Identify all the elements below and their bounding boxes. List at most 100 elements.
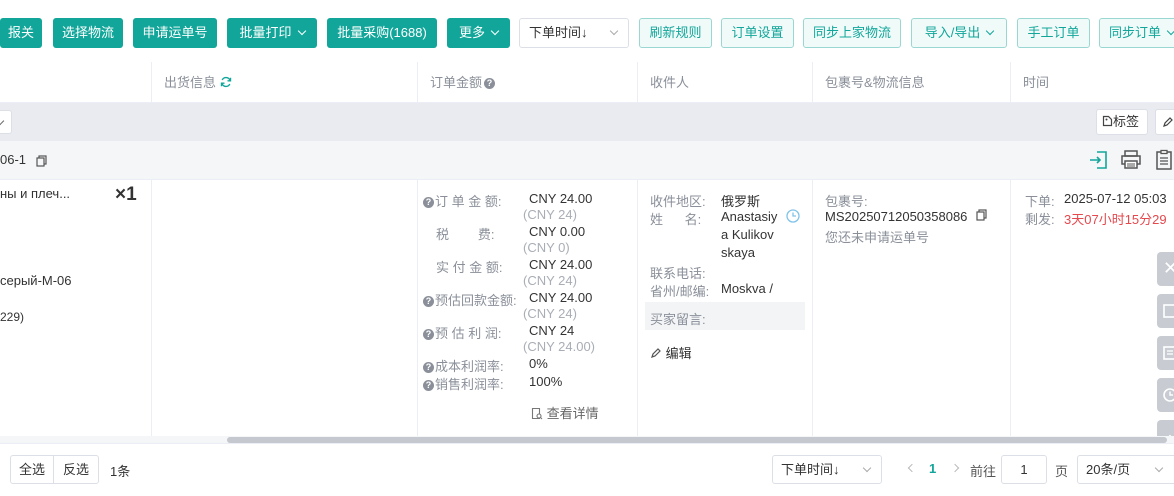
time-icon xyxy=(1163,388,1174,402)
sort-select[interactable]: 下单时间↓ xyxy=(519,18,629,48)
column-header-shipping: 出货信息 xyxy=(164,62,232,103)
product-sku: серый-М-06 xyxy=(0,273,72,288)
chevron-down-icon xyxy=(986,26,995,36)
phone-label: 联系电话: xyxy=(650,266,706,281)
order-total-sub: (CNY 24) xyxy=(523,207,577,222)
table-footer: 全选 反选 1条 下单时间↓ 1 前往 1 页 20条/页 xyxy=(0,443,1174,496)
help-icon[interactable]: ? xyxy=(423,362,434,373)
document-search-icon xyxy=(531,407,543,420)
page-unit: 页 xyxy=(1055,464,1069,479)
paid-label: 实 付 金 额: xyxy=(436,260,503,275)
import-export-button[interactable]: 导入/导出 xyxy=(911,18,1007,48)
order-header-row: 06-1 xyxy=(0,141,1174,180)
table-header: 出货信息 订单金额? 收件人 包裹号&物流信息 时间 xyxy=(0,62,1174,103)
chevron-down-icon xyxy=(0,116,5,126)
next-page-icon[interactable] xyxy=(950,463,960,473)
apply-tracking-button[interactable]: 申请运单号 xyxy=(133,18,217,48)
column-header-time: 时间 xyxy=(1023,75,1050,90)
order-settings-button[interactable]: 订单设置 xyxy=(721,18,794,48)
current-page[interactable]: 1 xyxy=(929,461,936,476)
product-sku-extra: 229) xyxy=(0,310,25,324)
side-tool-button-1[interactable] xyxy=(1157,294,1174,328)
pencil-icon xyxy=(1163,117,1173,127)
chevron-down-icon xyxy=(609,26,619,36)
page-size-select[interactable]: 20条/页 xyxy=(1077,455,1174,484)
region-label: 收件地区: xyxy=(650,194,706,209)
copy-icon[interactable] xyxy=(976,209,987,221)
package-number: MS20250712050358086 xyxy=(825,209,968,224)
more-button[interactable]: 更多 xyxy=(447,18,510,48)
province-label: 省州/邮编: xyxy=(650,284,710,299)
help-icon[interactable]: ? xyxy=(484,78,496,89)
est-profit-sub: (CNY 24.00) xyxy=(523,339,596,354)
paid-sub: (CNY 24) xyxy=(523,273,577,288)
est-return-value: CNY 24.00 xyxy=(529,290,593,305)
ship-out-icon[interactable] xyxy=(1088,149,1110,171)
customs-declare-button[interactable]: 报关 xyxy=(0,18,42,48)
tax-value: CNY 0.00 xyxy=(529,224,586,239)
sync-logistics-button[interactable]: 同步上家物流 xyxy=(803,18,901,48)
remain-time-label: 剩发: xyxy=(1025,212,1055,227)
print-icon[interactable] xyxy=(1120,149,1142,171)
invert-selection-button[interactable]: 反选 xyxy=(53,455,99,484)
footer-sort-select[interactable]: 下单时间↓ xyxy=(772,455,882,484)
goto-page-input[interactable]: 1 xyxy=(1001,455,1047,484)
refresh-icon[interactable] xyxy=(220,76,232,88)
group-row: 标签 xyxy=(0,103,1174,141)
order-time-label: 下单: xyxy=(1025,194,1055,209)
help-icon[interactable]: ? xyxy=(423,380,434,391)
chevron-down-icon xyxy=(1166,26,1174,36)
order-id: 06-1 xyxy=(0,152,27,167)
name-label: 姓 名: xyxy=(650,212,702,227)
side-close-button[interactable]: ✕ xyxy=(1157,252,1174,286)
tag-button[interactable]: 标签 xyxy=(1096,109,1148,135)
order-total-value: CNY 24.00 xyxy=(529,191,593,206)
chevron-down-icon xyxy=(297,26,306,36)
tax-sub: (CNY 0) xyxy=(523,240,570,255)
tag-icon xyxy=(1102,115,1113,127)
group-select[interactable] xyxy=(0,110,12,134)
copy-icon[interactable] xyxy=(36,155,47,167)
side-tool-button-2[interactable] xyxy=(1157,336,1174,370)
chevron-down-icon xyxy=(1154,463,1164,473)
refresh-rules-button[interactable]: 刷新规则 xyxy=(639,18,712,48)
name-line-2: a Kulikov xyxy=(721,227,774,242)
name-line-1: Anastasiy xyxy=(721,209,778,224)
chevron-down-icon xyxy=(862,463,872,473)
cost-margin-value: 0% xyxy=(529,356,548,371)
chevron-down-icon xyxy=(490,26,500,36)
product-name[interactable]: ны и плеч... xyxy=(0,186,70,201)
manual-order-button[interactable]: 手工订单 xyxy=(1017,18,1090,48)
est-return-sub: (CNY 24) xyxy=(523,306,577,321)
prev-page-icon[interactable] xyxy=(907,463,917,473)
select-all-button[interactable]: 全选 xyxy=(10,455,54,484)
document-icon xyxy=(1163,304,1174,318)
clipboard-icon[interactable] xyxy=(1153,149,1174,171)
view-details-link[interactable]: 查看详情 xyxy=(531,403,599,422)
clock-icon[interactable] xyxy=(786,209,800,223)
select-logistics-button[interactable]: 选择物流 xyxy=(53,18,123,48)
order-management-view: 报关 选择物流 申请运单号 批量打印 批量采购(1688) 更多 下单时间↓ 刷… xyxy=(0,0,1174,496)
help-icon[interactable]: ? xyxy=(423,296,434,307)
column-header-package: 包裹号&物流信息 xyxy=(825,75,925,90)
help-icon[interactable]: ? xyxy=(423,197,434,208)
edit-recipient-link[interactable]: 编辑 xyxy=(650,343,692,362)
batch-purchase-button[interactable]: 批量采购(1688) xyxy=(327,18,437,48)
buyer-note-box: 买家留言: xyxy=(645,302,805,330)
buyer-note-label: 买家留言: xyxy=(650,312,706,327)
list-icon xyxy=(1163,346,1174,360)
sync-orders-button[interactable]: 同步订单 xyxy=(1099,18,1174,48)
pencil-icon xyxy=(651,348,661,358)
close-icon: ✕ xyxy=(1163,258,1174,278)
side-tool-button-3[interactable] xyxy=(1157,378,1174,412)
package-label: 包裹号: xyxy=(825,194,868,209)
package-status: 您还未申请运单号 xyxy=(825,230,930,245)
name-line-3: skaya xyxy=(721,245,755,260)
est-profit-value: CNY 24 xyxy=(529,323,575,338)
help-icon[interactable]: ? xyxy=(423,329,434,340)
edit-group-button[interactable] xyxy=(1155,109,1174,135)
sales-margin-value: 100% xyxy=(529,374,563,389)
product-quantity: ×1 xyxy=(115,184,137,205)
batch-print-button[interactable]: 批量打印 xyxy=(227,18,317,48)
region-value: 俄罗斯 xyxy=(721,194,761,209)
